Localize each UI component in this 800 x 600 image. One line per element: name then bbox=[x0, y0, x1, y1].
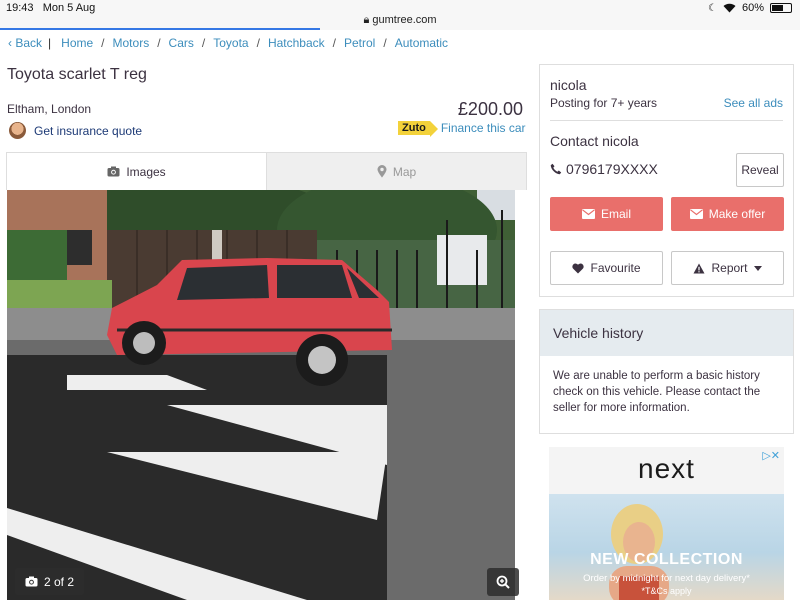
make-offer-label: Make offer bbox=[708, 207, 766, 221]
media-tabs: Images Map bbox=[6, 152, 527, 190]
status-bar: 19:43 Mon 5 Aug 🔒︎ gumtree.com ☾ 60% bbox=[0, 0, 800, 30]
listing-title: Toyota scarlet T reg bbox=[7, 66, 147, 83]
vehicle-history-panel: Vehicle history We are unable to perform… bbox=[539, 309, 794, 434]
listing-photo[interactable] bbox=[7, 190, 515, 600]
phone-number-text: 0796179XXXX bbox=[566, 161, 658, 177]
breadcrumb-hatchback[interactable]: Hatchback bbox=[268, 36, 325, 50]
insurance-quote-link[interactable]: Get insurance quote bbox=[9, 122, 142, 139]
car-photo-illustration bbox=[7, 190, 515, 600]
zuto-logo: Zuto bbox=[398, 121, 438, 137]
insurance-avatar-icon bbox=[9, 122, 26, 139]
photo-counter-label: 2 of 2 bbox=[44, 574, 75, 589]
report-label: Report bbox=[711, 261, 748, 275]
ad-subline: Order by midnight for next day delivery* bbox=[583, 573, 750, 584]
adchoices-icon[interactable]: ▷✕ bbox=[762, 449, 780, 462]
phone-icon bbox=[550, 163, 562, 175]
warning-icon bbox=[693, 263, 705, 273]
insurance-quote-label: Get insurance quote bbox=[34, 123, 143, 138]
battery-icon bbox=[770, 3, 792, 13]
ad-headline: NEW COLLECTION bbox=[590, 551, 743, 568]
map-pin-icon bbox=[377, 165, 387, 178]
breadcrumb-separator: / bbox=[201, 36, 206, 50]
back-link[interactable]: ‹ Back bbox=[8, 36, 42, 50]
listing-price: £200.00 bbox=[457, 99, 523, 119]
email-button[interactable]: Email bbox=[550, 197, 663, 231]
page-load-progress bbox=[0, 28, 320, 30]
ad-image bbox=[549, 494, 784, 600]
chevron-left-icon: ‹ bbox=[8, 36, 12, 50]
breadcrumb-separator: / bbox=[332, 36, 336, 50]
zoom-in-icon bbox=[496, 575, 510, 589]
zoom-button[interactable] bbox=[487, 568, 519, 596]
vehicle-history-message: We are unable to perform a basic history… bbox=[553, 370, 761, 414]
email-button-label: Email bbox=[600, 207, 631, 221]
breadcrumb-separator: / bbox=[383, 36, 387, 50]
contact-title: Contact nicola bbox=[550, 133, 639, 149]
tab-images-label: Images bbox=[126, 164, 166, 179]
favourite-button[interactable]: Favourite bbox=[550, 251, 663, 285]
breadcrumb-cars[interactable]: Cars bbox=[169, 36, 194, 50]
vehicle-history-title: Vehicle history bbox=[540, 310, 793, 356]
breadcrumb-home[interactable]: Home bbox=[61, 36, 93, 50]
ad-terms: *T&Cs apply bbox=[641, 586, 692, 596]
tab-map-label: Map bbox=[392, 164, 417, 179]
breadcrumb-petrol[interactable]: Petrol bbox=[344, 36, 375, 50]
caret-down-icon bbox=[753, 265, 762, 271]
advertisement[interactable]: next ▷✕ NEW COLLECTION Order by midnight… bbox=[549, 447, 784, 600]
envelope-icon bbox=[581, 209, 595, 219]
tab-images[interactable]: Images bbox=[7, 153, 267, 190]
breadcrumb-separator: / bbox=[157, 36, 161, 50]
breadcrumb-separator: / bbox=[256, 36, 260, 50]
battery-fill bbox=[772, 5, 783, 11]
breadcrumb-toyota[interactable]: Toyota bbox=[213, 36, 248, 50]
breadcrumb-automatic[interactable]: Automatic bbox=[395, 36, 448, 50]
see-all-ads-link[interactable]: See all ads bbox=[724, 96, 783, 110]
wifi-icon bbox=[723, 3, 736, 13]
camera-icon bbox=[25, 576, 38, 587]
breadcrumb-separator: / bbox=[101, 36, 105, 50]
reveal-button[interactable]: Reveal bbox=[736, 153, 784, 187]
photo-counter[interactable]: 2 of 2 bbox=[15, 568, 85, 595]
status-time: 19:43 Mon 5 Aug bbox=[6, 2, 96, 14]
camera-icon bbox=[107, 166, 120, 177]
make-offer-button[interactable]: Make offer bbox=[671, 197, 784, 231]
ad-model-illustration bbox=[609, 504, 669, 600]
posting-duration: Posting for 7+ years bbox=[550, 96, 658, 110]
status-indicators: ☾ 60% bbox=[708, 2, 792, 14]
finance-link[interactable]: Zuto Finance this car bbox=[398, 121, 526, 137]
moon-icon: ☾ bbox=[708, 2, 717, 14]
seller-divider bbox=[550, 120, 783, 121]
listing-location: Eltham, London bbox=[7, 102, 92, 116]
tab-map[interactable]: Map bbox=[267, 153, 526, 190]
phone-number: 0796179XXXX bbox=[550, 161, 658, 177]
seller-name: nicola bbox=[550, 77, 587, 93]
heart-icon bbox=[572, 263, 585, 273]
battery-percent: 60% bbox=[741, 2, 764, 14]
finance-label: Finance this car bbox=[440, 121, 526, 135]
seller-card: nicola Posting for 7+ years See all ads … bbox=[539, 64, 794, 297]
breadcrumb-divider: | bbox=[48, 36, 52, 50]
breadcrumb: ‹ Back | Home / Motors / Cars / Toyota /… bbox=[8, 36, 448, 50]
address-bar[interactable]: 🔒︎ gumtree.com bbox=[0, 14, 800, 27]
lock-icon: 🔒︎ bbox=[363, 14, 370, 26]
envelope-icon bbox=[689, 209, 703, 219]
breadcrumb-motors[interactable]: Motors bbox=[113, 36, 150, 50]
ad-brand-logo: next bbox=[638, 453, 695, 484]
favourite-label: Favourite bbox=[590, 261, 641, 275]
report-button[interactable]: Report bbox=[671, 251, 784, 285]
